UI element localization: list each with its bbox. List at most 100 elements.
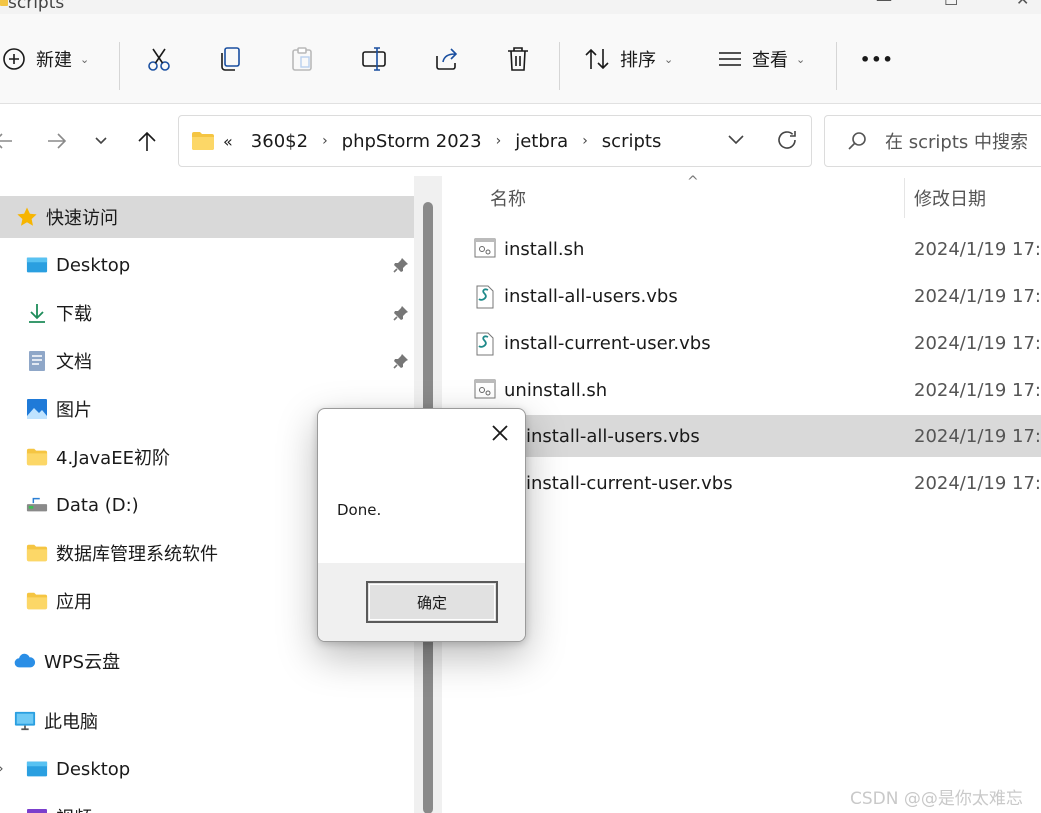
file-name: uninstall.sh [504,379,608,401]
command-bar: 新建 ⌄ 排序 ⌄ 查看 ⌄ ••• [0,14,1041,104]
sort-button[interactable]: 排序 ⌄ [584,14,673,104]
vbs-file-icon [476,285,494,309]
file-name: install.sh [504,238,585,260]
sidebar-item-wps-cloud[interactable]: WPS云盘 [0,640,414,682]
close-icon[interactable] [490,423,510,443]
chevron-down-icon: ⌄ [664,52,674,66]
picture-icon [26,398,48,420]
breadcrumb-separator[interactable]: › [322,133,328,149]
recent-locations-button[interactable] [86,126,116,156]
rename-icon [362,47,386,71]
folder-icon [0,0,8,6]
file-date: 2024/1/19 17:3 [914,332,1041,354]
sidebar-item-desktop[interactable]: Desktop [0,244,414,286]
folder-icon [26,446,48,468]
up-button[interactable] [132,126,162,156]
sidebar-item-downloads[interactable]: 下载 [0,292,414,334]
sidebar-item-videos[interactable]: 视频 [0,796,414,813]
folder-icon [26,542,48,564]
breadcrumb-separator[interactable]: › [496,133,502,149]
sidebar-item-pc-desktop[interactable]: › Desktop [0,748,414,790]
view-label: 查看 [752,50,788,71]
sidebar-item-label: 视频 [56,804,92,813]
forward-button[interactable] [42,126,72,156]
breadcrumb-segment[interactable]: scripts [602,131,662,152]
ok-button[interactable]: 确定 [366,581,498,623]
document-icon [26,350,48,372]
sidebar-item-quick-access[interactable]: 快速访问 [0,196,414,238]
scissors-icon [148,48,170,71]
table-row[interactable]: install-all-users.vbs 2024/1/19 17:3 [442,275,1041,317]
breadcrumb-overflow[interactable]: « [223,132,233,151]
sort-icon [585,48,609,70]
chevron-right-icon[interactable]: › [0,761,4,777]
back-button[interactable] [0,126,18,156]
file-date: 2024/1/19 17:3 [914,472,1041,494]
refresh-icon[interactable] [776,129,798,151]
breadcrumb-segment[interactable]: phpStorm 2023 [342,131,482,152]
sidebar-item-documents[interactable]: 文档 [0,340,414,382]
column-divider[interactable] [904,178,905,218]
minimize-button[interactable]: — [876,0,892,9]
copy-button[interactable] [219,14,243,104]
sidebar-item-this-pc[interactable]: 此电脑 [0,700,414,742]
column-header-label: 名称 [490,189,526,210]
table-row[interactable]: install.sh 2024/1/19 17:3 [442,228,1041,270]
sidebar-item-label: 数据库管理系统软件 [56,544,218,565]
folder-icon [192,132,214,150]
table-row[interactable]: install-current-user.vbs 2024/1/19 17:3 [442,462,1041,504]
sidebar-item-label: 应用 [56,592,92,613]
file-date: 2024/1/19 17:3 [914,238,1041,260]
search-input[interactable]: 在 scripts 中搜索 [885,128,1028,154]
pin-icon[interactable] [392,256,410,274]
message-dialog: Done. 确定 [317,408,526,642]
breadcrumb-segment[interactable]: jetbra [515,131,568,152]
breadcrumb-separator[interactable]: › [582,133,588,149]
computer-icon [14,710,36,732]
pin-icon[interactable] [392,304,410,322]
more-button[interactable]: ••• [860,14,894,104]
trash-icon [508,47,528,71]
address-bar[interactable]: « 360$2 › phpStorm 2023 › jetbra › scrip… [178,115,812,167]
video-icon [26,806,48,813]
pin-icon[interactable] [392,352,410,370]
rename-button[interactable] [361,14,389,104]
file-date: 2024/1/19 17:3 [914,425,1041,447]
search-box[interactable]: 在 scripts 中搜索 [824,115,1041,167]
dialog-message: Done. [337,501,382,519]
maximize-button[interactable]: ☐ [944,0,958,9]
file-name: install-current-user.vbs [526,472,733,494]
table-row[interactable]: uninstall.sh 2024/1/19 17:3 [442,369,1041,411]
table-row[interactable]: install-all-users.vbs 2024/1/19 17:3 [442,415,1041,457]
delete-button[interactable] [506,14,530,104]
close-window-button[interactable]: ✕ [1016,0,1029,9]
sidebar-item-label: 图片 [56,400,92,421]
chevron-down-icon: ⌄ [80,52,90,66]
view-button[interactable]: 查看 ⌄ [718,14,805,104]
column-header-name[interactable]: 名称 [490,176,526,220]
search-icon [848,132,866,150]
cut-button[interactable] [146,14,172,104]
breadcrumb-segment[interactable]: 360$2 [251,131,308,152]
copy-icon [221,47,240,71]
file-list: ^ 名称 修改日期 install.sh 2024/1/19 17:3 inst… [442,174,1041,813]
file-date: 2024/1/19 17:3 [914,285,1041,307]
share-button[interactable] [434,14,460,104]
sort-ascending-icon: ^ [687,174,699,190]
plus-circle-icon [3,48,25,70]
sidebar-item-label: Data (D:) [56,494,139,516]
chevron-down-icon [95,137,107,145]
window-title: scripts [8,0,65,13]
table-row[interactable]: install-current-user.vbs 2024/1/19 17:3 [442,322,1041,364]
column-header-date-modified[interactable]: 修改日期 [914,176,986,220]
sidebar-item-label: 下载 [56,304,92,325]
chevron-down-icon[interactable] [727,134,745,146]
sidebar-item-label: 文档 [56,352,92,373]
download-icon [26,302,48,324]
new-button[interactable]: 新建 ⌄ [2,14,89,104]
sidebar-item-label: Desktop [56,758,131,780]
desktop-icon [26,254,48,276]
paste-button[interactable] [290,14,314,104]
toolbar-divider [836,42,837,90]
arrow-right-icon [48,133,67,149]
